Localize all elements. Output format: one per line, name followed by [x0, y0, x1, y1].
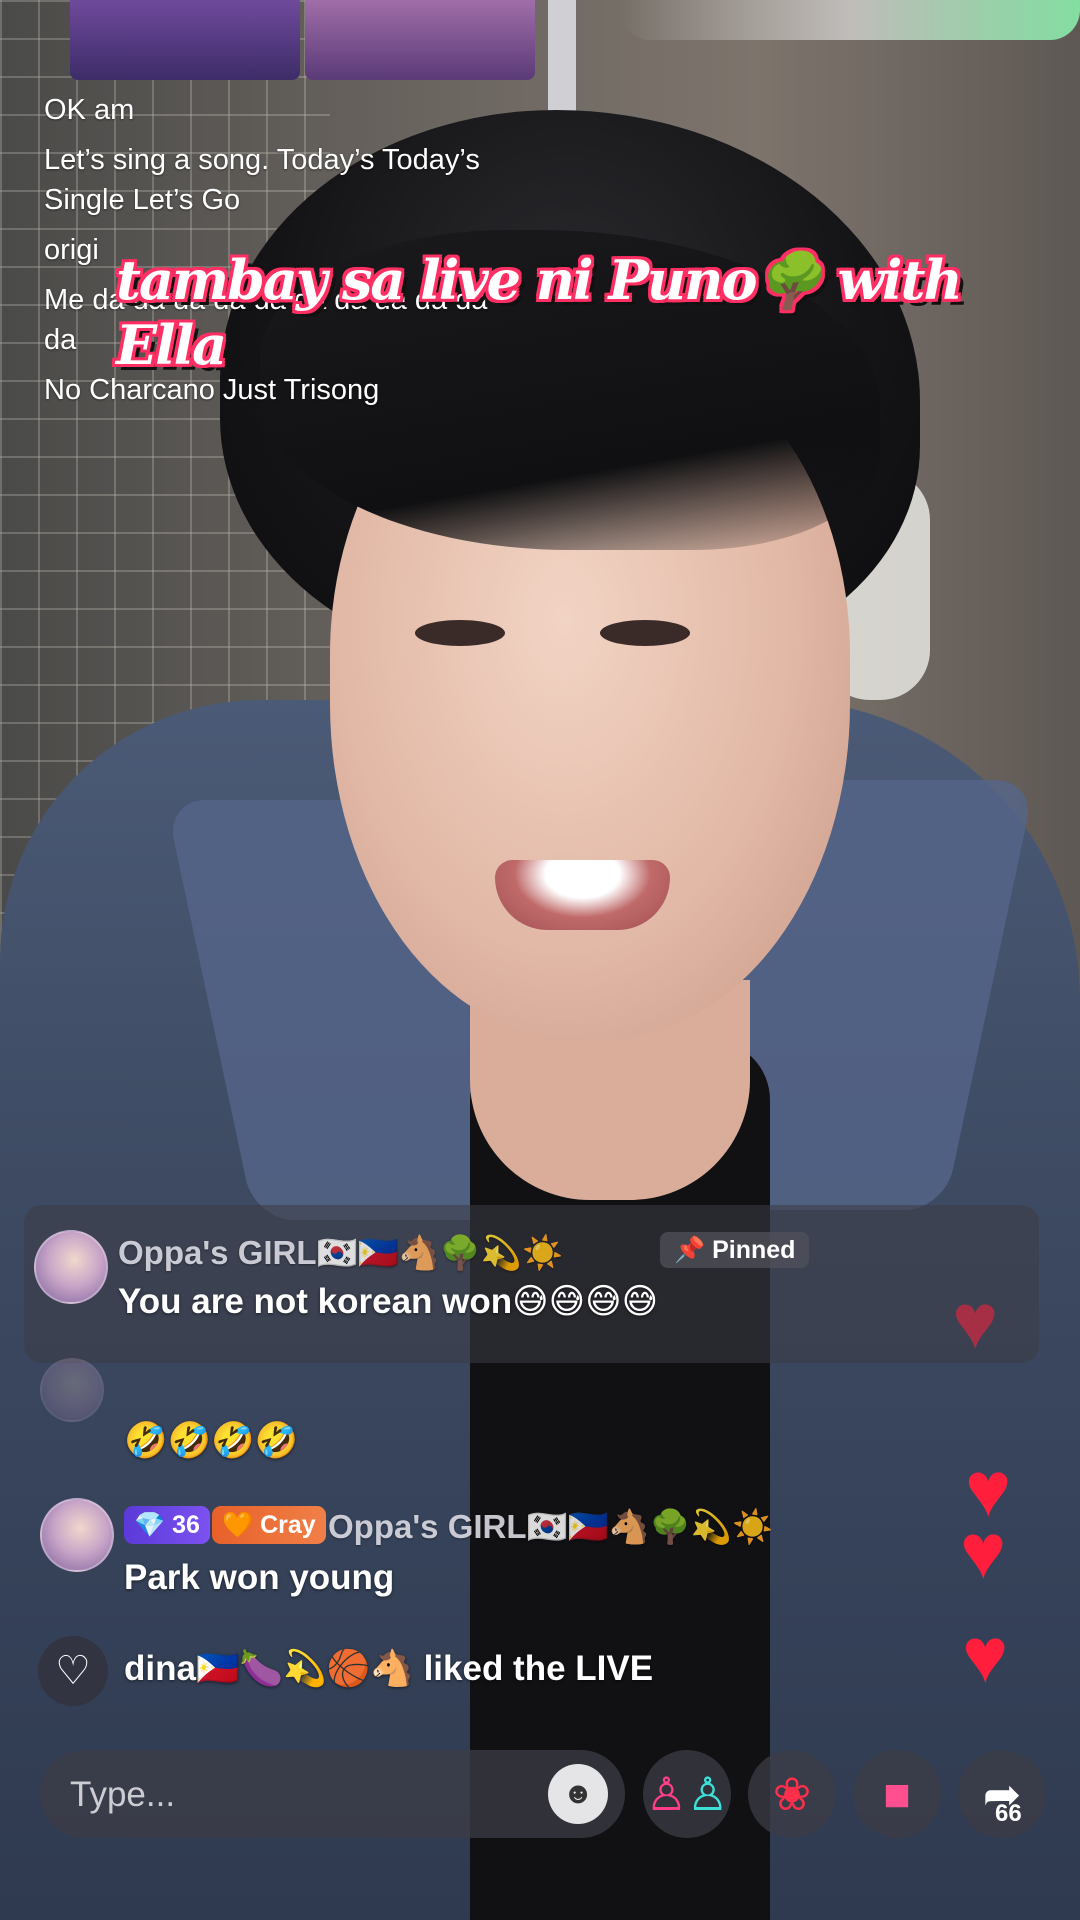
chat-message: 🤣🤣🤣🤣	[124, 1421, 299, 1460]
comment-input[interactable]	[68, 1768, 512, 1822]
multi-guest-icon[interactable]: ♙♙	[643, 1750, 731, 1838]
faded-chat-row	[40, 1358, 640, 1422]
floating-heart-icon: ♥	[960, 1507, 1007, 1595]
comment-username[interactable]: Oppa's GIRL🇰🇷🇵🇭🐴🌳💫☀️	[328, 1508, 773, 1547]
pinned-message: You are not korean won😅😅😅😅	[118, 1282, 659, 1321]
level-badge: 💎 36	[124, 1506, 210, 1544]
avatar	[40, 1358, 104, 1422]
floating-heart-icon: ♥	[962, 1611, 1009, 1699]
pinned-badge: 📌 Pinned	[660, 1232, 810, 1268]
comment-input-box[interactable]	[40, 1750, 625, 1838]
heart-outline-icon: ♡	[38, 1636, 108, 1706]
streamer-eye	[600, 620, 690, 646]
caption-line: OK am	[44, 94, 135, 126]
share-count: 66	[995, 1800, 1022, 1827]
wall-poster	[70, 0, 300, 80]
like-event-text: dina🇵🇭🍆💫🏀🐴 liked the LIVE	[124, 1649, 654, 1688]
fan-club-badge: 🧡 Cray	[212, 1506, 326, 1544]
caption-line: Let’s sing a song. Today’s Today’s Singl…	[44, 144, 480, 216]
pinned-username[interactable]: Oppa's GIRL🇰🇷🇵🇭🐴🌳💫☀️	[118, 1234, 563, 1273]
neon-sign	[620, 0, 1080, 40]
live-title-banner: tambay sa live ni Puno🌳 with Ella	[116, 248, 963, 377]
avatar[interactable]	[34, 1230, 108, 1304]
emoji-face-icon[interactable]: ☻	[548, 1764, 608, 1824]
wall-poster	[305, 0, 535, 80]
chat-message: Park won young	[124, 1558, 395, 1597]
streamer-eye	[415, 620, 505, 646]
floating-heart-icon: ♥	[952, 1277, 999, 1365]
gift-box-icon[interactable]: ■	[853, 1750, 941, 1838]
avatar[interactable]	[40, 1498, 114, 1572]
rose-gift-icon[interactable]: ❀	[748, 1750, 836, 1838]
streamer-mouth	[495, 860, 670, 930]
